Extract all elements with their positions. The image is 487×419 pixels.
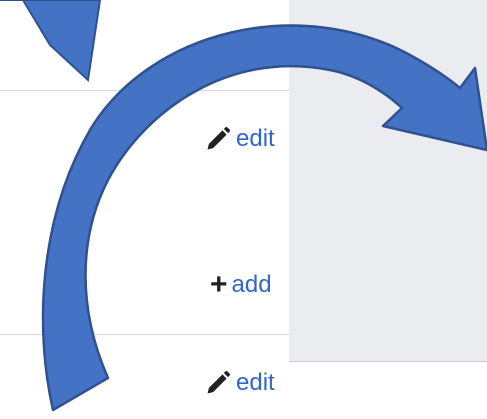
edit-link-label: edit: [236, 125, 275, 152]
down-arrow-icon: [0, 0, 102, 83]
plus-icon: +: [210, 268, 228, 301]
pencil-icon: [204, 125, 232, 153]
side-panel-border: [289, 361, 487, 362]
edit-link[interactable]: edit: [204, 366, 289, 400]
pencil-icon: [204, 369, 232, 397]
add-link[interactable]: + add: [210, 268, 289, 302]
edit-link-label: edit: [236, 369, 275, 396]
row-divider: [0, 90, 289, 91]
screenshot-stage: edit + add edit: [0, 0, 487, 419]
add-link-label: add: [231, 271, 272, 298]
side-panel: [289, 0, 487, 361]
edit-link[interactable]: edit: [204, 122, 289, 156]
row-divider: [0, 334, 289, 335]
